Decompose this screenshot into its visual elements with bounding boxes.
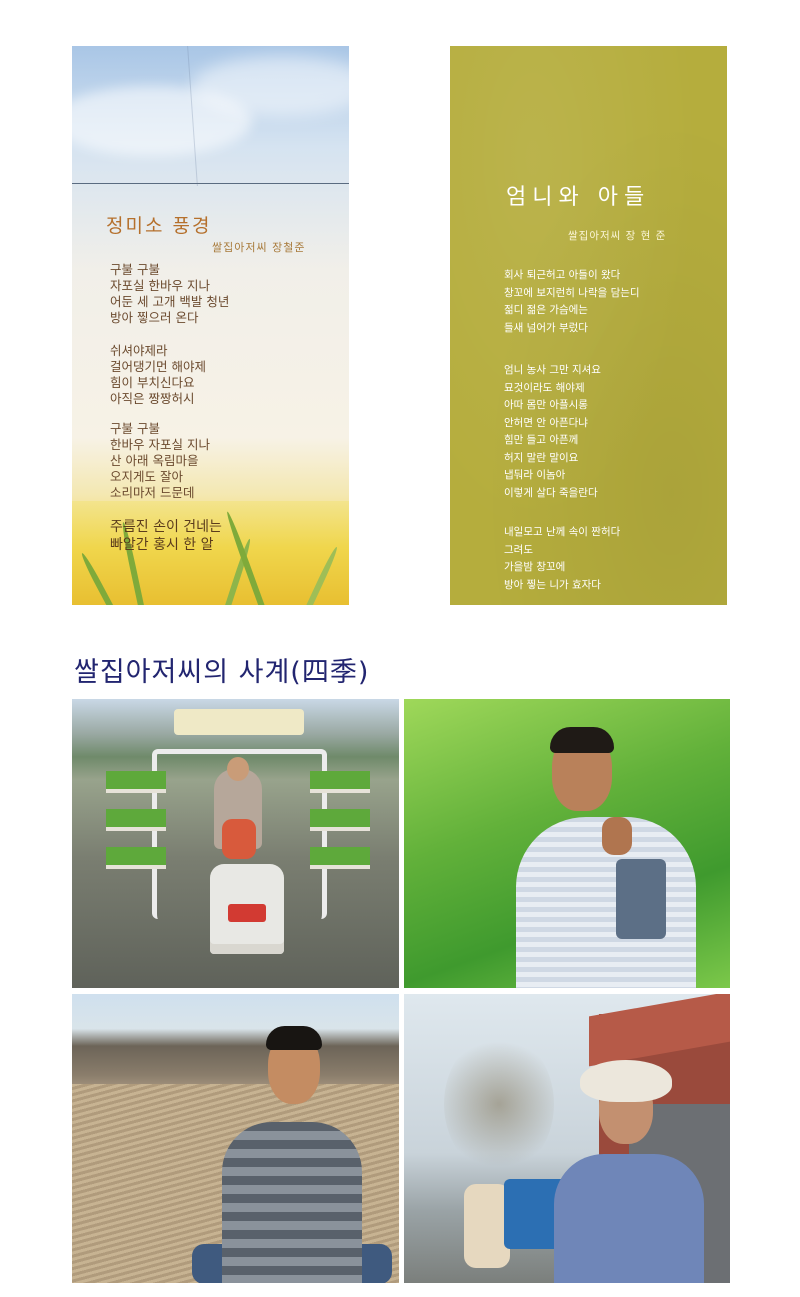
hand-shape [602,817,632,855]
hair-shape [266,1026,322,1050]
poem-stanza: 주름진 손이 건네는 빠알간 홍시 한 알 [110,518,222,554]
winter-photo [404,994,730,1283]
seedling-tray [310,809,370,831]
poem-line: 걸어댕기먼 해야제 [110,359,206,374]
poem-title: 엄니와 아들 [506,185,651,210]
poem-line: 방아 찧는 니가 효자다 [504,578,601,591]
canopy-shape [174,709,304,735]
seedling-tray [106,771,166,793]
poem-line: 묘것이라도 해야제 [504,381,585,394]
spring-photo [72,699,399,988]
poem-line: 냅둬라 이놈아 [504,469,566,481]
child-shape [222,819,256,859]
poem-card-left: 정미소 풍경 쌀집아저씨 장철준 구불 구불 자포실 한바우 지나 어둔 세 고… [72,46,349,605]
poem-line: 쉬셔야제라 [110,343,168,358]
poem-line: 산 아래 옥림마을 [110,453,199,468]
power-line-decoration [72,183,349,184]
section-title: 쌀집아저씨의 사계(四季) [74,657,370,688]
poem-line: 주름진 손이 건네는 [110,519,222,535]
poem-line: 들새 넘어가 부렀다 [504,321,588,334]
poem-line: 젊디 젊은 가슴에는 [504,304,588,316]
poem-line: 허지 말란 말이요 [504,451,579,464]
poem-line: 방아 찧으러 온다 [110,310,199,325]
shirt-shape [554,1154,704,1283]
poem-author: 쌀집아저씨 장철준 [212,241,306,254]
seedling-tray [106,847,166,869]
hat-shape [580,1060,672,1102]
poem-stanza: 엄니 농사 그만 지셔요 묘것이라도 해야제 아따 몸만 아플시롱 안허면 안 … [504,362,601,502]
hair-shape [550,727,614,753]
poem-line: 한바우 자포실 지나 [110,437,210,452]
poem-stanza: 구불 구불 자포실 한바우 지나 어둔 세 고개 백발 청년 방아 찧으러 온다 [110,262,229,326]
poem-line: 이렇게 살다 죽을란다 [504,486,598,499]
poem-stanza: 쉬셔야제라 걸어댕기먼 해야제 힘이 부치신다요 아직은 짱짱허시 [110,343,206,407]
poem-stanza: 구불 구불 한바우 자포실 지나 산 아래 옥림마을 오지게도 잘아 소리마저 … [110,421,210,501]
poem-line: 어둔 세 고개 백발 청년 [110,294,230,309]
summer-photo [404,699,730,988]
poem-line: 빠알간 홍시 한 알 [110,537,214,553]
seedling-tray [310,847,370,869]
poem-stanza: 내일모고 난께 속이 짠허다 그려도 가을밤 창꼬에 방아 찧는 니가 효자다 [504,524,620,594]
poem-line: 힘만 들고 아픈께 [504,434,579,446]
poem-line: 오지게도 잘아 [110,469,183,484]
poem-title: 정미소 풍경 [106,215,212,237]
poem-line: 구불 구불 [110,421,160,436]
poem-line: 내일모고 난께 속이 짠허다 [504,526,621,538]
poem-line: 힘이 부치신다요 [110,375,195,390]
poem-line: 엄니 농사 그만 지셔요 [504,364,601,376]
poem-line: 안허면 안 아픈다냐 [504,416,588,429]
poem-author: 쌀집아저씨 장 현 준 [568,230,667,242]
poem-line: 가을밤 창꼬에 [504,561,566,573]
machine-badge-shape [228,904,266,922]
autumn-photo [72,994,399,1283]
seedling-tray [106,809,166,831]
sleeve-shape [616,859,666,939]
poem-stanza: 회사 퇴근허고 아들이 왔다 창꼬에 보지런히 나락을 담는디 젊디 젊은 가슴… [504,267,640,337]
poem-card-right: 엄니와 아들 쌀집아저씨 장 현 준 회사 퇴근허고 아들이 왔다 창꼬에 보지… [450,46,727,605]
farmer-head-shape [227,757,249,781]
poem-line: 아직은 짱짱허시 [110,391,195,406]
poem-line: 아따 몸만 아플시롱 [504,399,588,411]
poem-line: 회사 퇴근허고 아들이 왔다 [504,269,621,281]
sweater-shape [222,1122,362,1283]
poem-line: 창꼬에 보지런히 나락을 담는디 [504,286,640,299]
poem-line: 소리마저 드문데 [110,485,195,500]
poem-line: 자포실 한바우 지나 [110,278,210,293]
poem-line: 구불 구불 [110,262,160,277]
poem-line: 그려도 [504,543,533,556]
tree-shape [444,1034,554,1174]
seedling-tray [310,771,370,793]
